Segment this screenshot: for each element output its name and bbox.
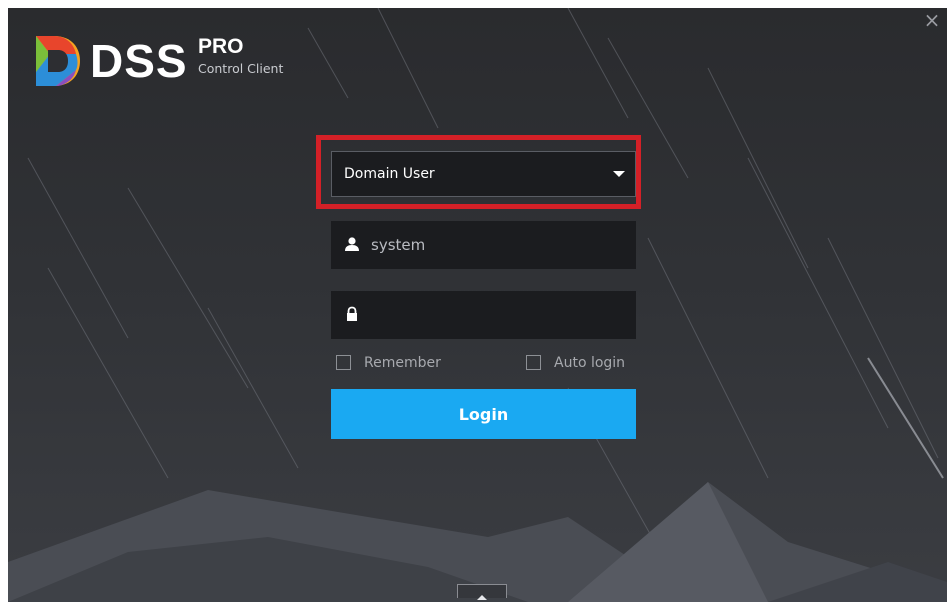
auto-login-checkbox-box[interactable]: [526, 355, 541, 370]
username-field[interactable]: [331, 221, 636, 269]
expand-panel-button[interactable]: [457, 584, 507, 600]
brand-name: DSS: [90, 35, 188, 87]
remember-checkbox[interactable]: Remember: [336, 354, 456, 374]
username-input[interactable]: [371, 221, 626, 269]
chevron-up-icon: [477, 595, 487, 600]
dss-logo-mark-icon: [36, 36, 80, 86]
login-window: × DSS PRO Control Client Domain User sys…: [8, 8, 947, 602]
user-type-value: Domain User: [344, 166, 435, 182]
user-icon: [345, 237, 359, 251]
product-name: Control Client: [198, 61, 284, 76]
password-input[interactable]: [371, 291, 626, 339]
lock-icon: [347, 306, 357, 321]
remember-label: Remember: [364, 355, 441, 371]
password-field[interactable]: [331, 291, 636, 339]
close-icon: ×: [923, 8, 941, 32]
brand-edition: PRO: [198, 35, 244, 58]
login-button[interactable]: Login: [331, 389, 636, 439]
remember-checkbox-box[interactable]: [336, 355, 351, 370]
user-type-dropdown[interactable]: Domain User: [331, 151, 636, 197]
background-mountains: [8, 482, 947, 602]
auto-login-checkbox[interactable]: Auto login: [526, 354, 636, 374]
caret-down-icon: [613, 171, 625, 177]
close-button[interactable]: ×: [921, 10, 943, 32]
auto-login-label: Auto login: [554, 355, 626, 371]
